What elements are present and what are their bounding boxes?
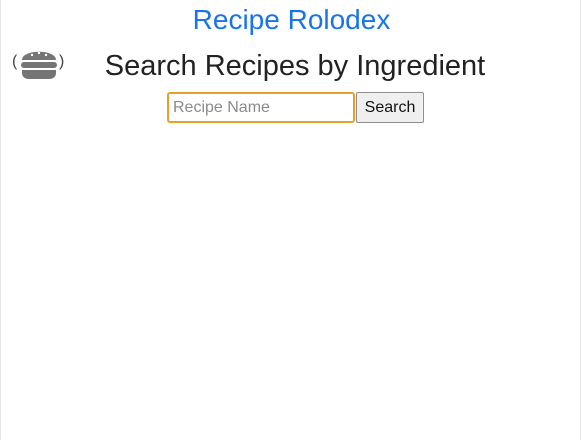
recipe-name-input[interactable] [167,92,355,123]
search-form: Search [167,92,424,123]
search-button[interactable]: Search [356,92,424,123]
page-heading: Search Recipes by Ingredient [104,50,486,82]
page: Recipe Rolodex ( ) Search Recipes by Ing… [0,0,581,440]
app-title-link[interactable]: Recipe Rolodex [1,2,581,38]
